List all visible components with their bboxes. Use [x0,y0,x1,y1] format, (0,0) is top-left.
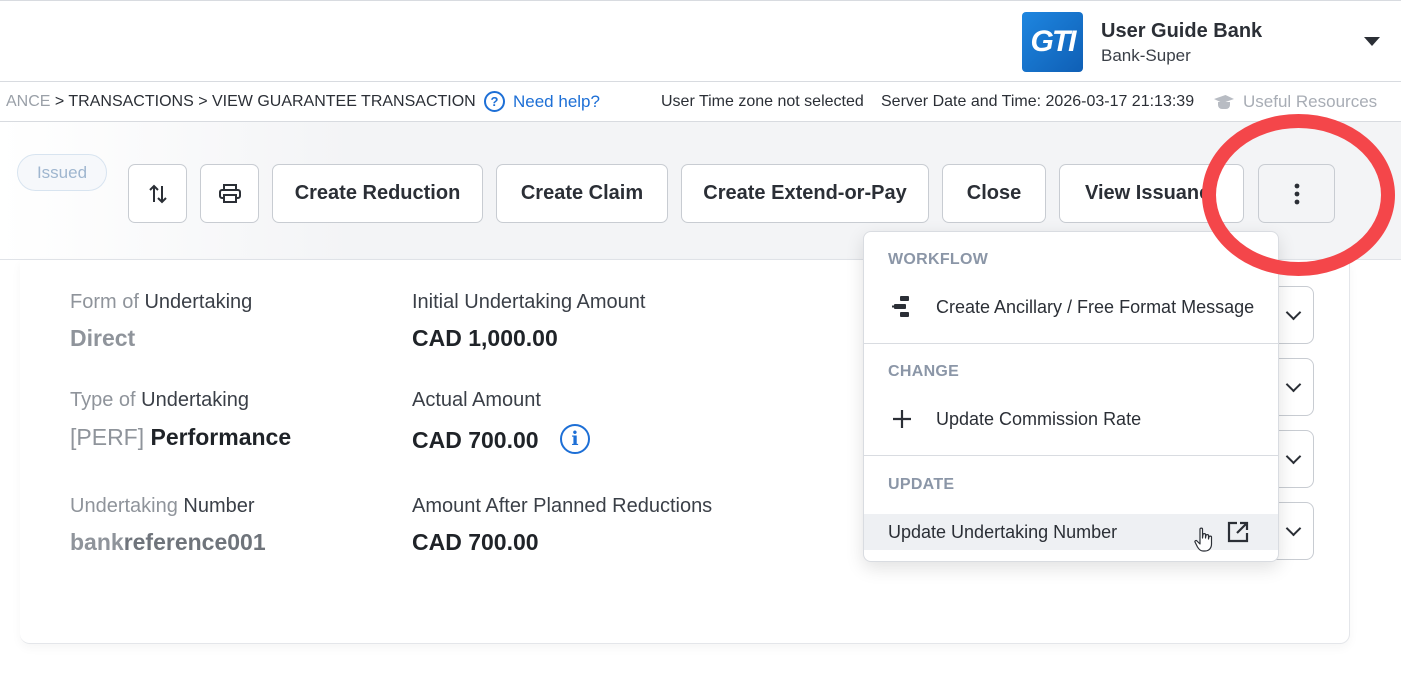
external-link-icon[interactable] [1226,520,1250,544]
actual-amount-label: Actual Amount [412,389,541,411]
top-header: GTI User Guide Bank Bank-Super [0,0,1401,82]
server-date-time: Server Date and Time: 2026-03-17 21:13:3… [881,93,1195,110]
breadcrumb-bar: ANCE > TRANSACTIONS > VIEW GUARANTEE TRA… [0,82,1401,122]
initial-amount-value: CAD 1,000.00 [412,325,558,351]
bank-name[interactable]: User Guide Bank [1101,20,1262,43]
after-reductions-label: Amount After Planned Reductions [412,495,713,517]
chevron-down-icon [1285,520,1301,537]
help-circle-icon: ? [484,91,505,112]
menu-divider [864,343,1278,344]
breadcrumb-faded-prefix[interactable]: ANCE [6,93,50,110]
menu-section-change: CHANGE [888,363,960,380]
useful-resources-link[interactable]: Useful Resources [1213,92,1377,112]
menu-item-update-undertaking-number[interactable]: Update Undertaking Number [864,514,1278,550]
initial-amount-label: Initial Undertaking Amount [412,291,646,313]
need-help-label: Need help? [513,91,600,111]
print-icon [218,183,241,203]
menu-divider [864,455,1278,456]
breadcrumb: ANCE > TRANSACTIONS > VIEW GUARANTEE TRA… [6,93,476,111]
timezone-status: User Time zone not selected [661,93,864,110]
need-help-link[interactable]: ? Need help? [484,91,600,112]
close-button[interactable]: Close [942,164,1046,223]
create-extend-or-pay-button[interactable]: Create Extend-or-Pay [681,164,929,223]
sort-icon [148,184,167,203]
menu-section-update: UPDATE [888,476,955,493]
graduation-cap-icon [1213,94,1235,110]
menu-item-update-commission-rate[interactable]: Update Commission Rate [864,401,1278,437]
info-icon[interactable]: i [560,424,590,454]
form-of-undertaking-value: Direct [70,325,136,351]
user-role[interactable]: Bank-Super [1101,46,1191,66]
annotation-highlight-circle [1202,114,1395,276]
undertaking-number-label: Undertaking Number [70,495,255,517]
plus-icon [890,407,914,431]
menu-section-workflow: WORKFLOW [888,251,989,268]
menu-item-label: Create Ancillary / Free Format Message [936,296,1255,317]
undertaking-number-value: bankreference001 [70,529,266,555]
chevron-down-icon [1285,448,1301,465]
menu-item-label: Update Undertaking Number [888,521,1118,542]
menu-item-label: Update Commission Rate [936,408,1142,429]
menu-item-create-ancillary-message[interactable]: Create Ancillary / Free Format Message [864,289,1278,325]
type-of-undertaking-value: [PERF] Performance [70,424,292,450]
more-actions-menu: WORKFLOW Create Ancillary / Free Format … [863,231,1279,562]
create-claim-button[interactable]: Create Claim [496,164,668,223]
chevron-down-icon [1285,304,1301,321]
status-badge: Issued [17,154,107,191]
form-of-undertaking-label: Form of Undertaking [70,291,253,313]
type-of-undertaking-label: Type of Undertaking [70,389,249,411]
chevron-down-icon [1285,376,1301,393]
hand-cursor-icon [1194,527,1213,552]
after-reductions-value: CAD 700.00 [412,529,539,555]
message-flow-icon [890,295,914,319]
bank-logo: GTI [1022,12,1083,72]
user-menu-chevron-icon[interactable] [1364,37,1380,46]
actual-amount-value: CAD 700.00 [412,427,539,453]
useful-resources-label: Useful Resources [1243,92,1378,111]
print-button[interactable] [200,164,259,223]
sort-button[interactable] [128,164,187,223]
create-reduction-button[interactable]: Create Reduction [272,164,483,223]
breadcrumb-path[interactable]: > TRANSACTIONS > VIEW GUARANTEE TRANSACT… [50,93,476,110]
